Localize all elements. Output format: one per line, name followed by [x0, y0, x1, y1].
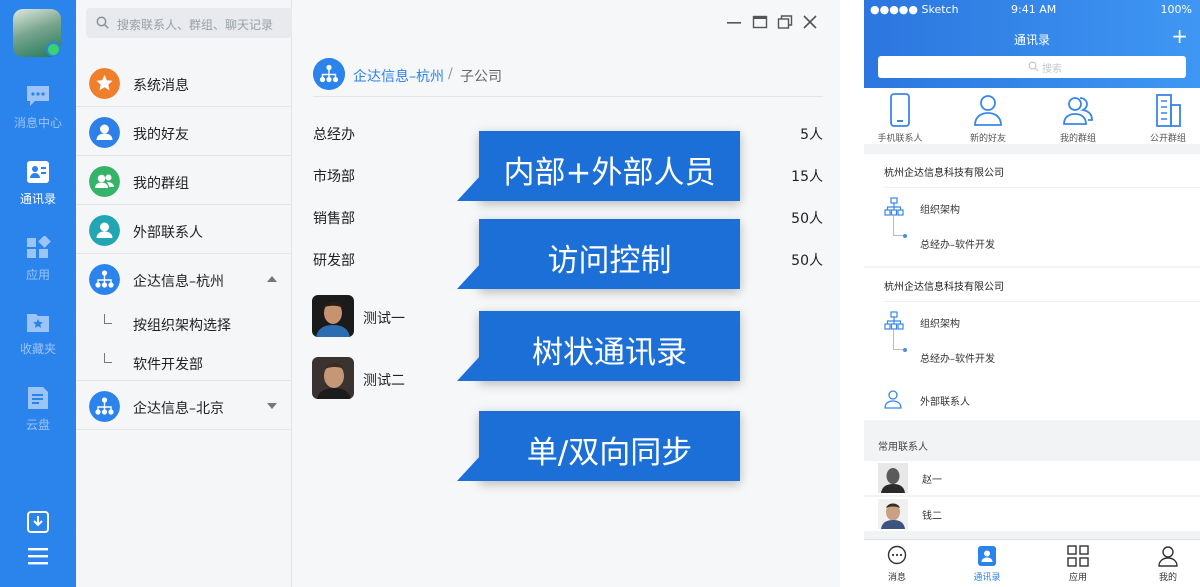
contact-avatar: [878, 463, 908, 493]
search-icon: [96, 16, 109, 29]
cloud-drive-icon: [28, 387, 48, 409]
menu-icon[interactable]: [26, 544, 50, 568]
building-icon: [1156, 94, 1181, 127]
nav-cloud-drive[interactable]: 云盘: [0, 386, 76, 433]
quick-actions: 手机联系人 新的好友 我的群组 公开群组: [864, 88, 1200, 144]
mobile-header: ●●●●● Sketch 9:41 AM 100% 通讯录 + 搜索: [864, 0, 1200, 88]
group-my-friends[interactable]: 我的好友: [76, 108, 291, 156]
mobile-search-input[interactable]: 搜索: [878, 56, 1186, 78]
tab-apps[interactable]: 应用: [1048, 545, 1108, 583]
status-carrier: ●●●●● Sketch: [870, 3, 959, 16]
close-icon[interactable]: [802, 14, 818, 30]
frequent-contacts-header: 常用联系人: [878, 442, 928, 453]
org-icon: [313, 58, 345, 90]
org-structure-link[interactable]: 组织架构: [920, 201, 960, 216]
person-icon: [89, 215, 120, 246]
breadcrumb-current: 子公司: [460, 69, 502, 85]
contacts-icon: [27, 161, 49, 183]
nav-message-center[interactable]: 消息中心: [0, 84, 76, 131]
status-time: 9:41 AM: [1011, 3, 1057, 16]
contact-row[interactable]: 赵一: [864, 461, 1200, 495]
group-icon: [1063, 97, 1093, 125]
favorites-icon: [27, 314, 49, 332]
org-icon: [89, 264, 120, 295]
apps-icon: [27, 236, 51, 258]
person-icon: [974, 95, 1002, 126]
chat-icon: [27, 86, 49, 106]
search-icon: [1028, 61, 1039, 72]
download-icon[interactable]: [26, 510, 50, 534]
tab-messages[interactable]: 消息: [867, 545, 927, 583]
star-icon: [89, 68, 120, 99]
member-avatar: [312, 295, 354, 337]
phone-icon: [890, 93, 910, 127]
main-panel: 企达信息–杭州 / 子公司 总经办 5人 市场部 15人 销售部 50人 研发部…: [292, 0, 840, 587]
group-system-messages[interactable]: 系统消息: [76, 59, 291, 107]
org-structure-link[interactable]: 组织架构: [920, 315, 960, 330]
group-org-hangzhou[interactable]: 企达信息–杭州: [76, 255, 291, 303]
window-icon[interactable]: [752, 14, 768, 30]
dept-link[interactable]: 总经办–软件开发: [920, 350, 995, 365]
group-my-groups[interactable]: 我的群组: [76, 157, 291, 205]
feature-callout: 内部+外部人员: [457, 131, 740, 201]
quick-action-public-groups[interactable]: 公开群组: [1128, 93, 1200, 144]
tab-me[interactable]: 我的: [1138, 545, 1198, 583]
nav-contacts[interactable]: 通讯录: [0, 160, 76, 207]
mobile-mockup: ●●●●● Sketch 9:41 AM 100% 通讯录 + 搜索 手机联系人…: [864, 0, 1200, 587]
group-icon: [89, 166, 120, 197]
contact-list-panel: 搜索联系人、群组、聊天记录 系统消息 我的好友 我的群组 外部联系人 企达信息–…: [76, 0, 292, 587]
group-org-beijing[interactable]: 企达信息–北京: [76, 380, 291, 430]
tree-item-software-dept[interactable]: 软件开发部: [76, 342, 291, 380]
left-nav-rail: 消息中心 通讯录 应用 收藏夹 云盘: [0, 0, 76, 587]
status-battery: 100%: [1160, 3, 1192, 16]
tree-item-org-select[interactable]: 按组织架构选择: [76, 303, 291, 341]
person-icon: [884, 390, 902, 409]
online-status-dot: [46, 42, 61, 57]
person-icon: [1158, 546, 1178, 567]
member-avatar: [312, 357, 354, 399]
group-external-contacts[interactable]: 外部联系人: [76, 206, 291, 254]
quick-action-new-friends[interactable]: 新的好友: [948, 93, 1028, 144]
contact-row[interactable]: 钱二: [864, 497, 1200, 531]
expand-arrow-icon[interactable]: [267, 403, 277, 409]
external-contacts-row[interactable]: 外部联系人: [864, 378, 1200, 420]
nav-apps[interactable]: 应用: [0, 236, 76, 283]
collapse-arrow-icon[interactable]: [267, 276, 277, 282]
tree-branch-icon: [104, 314, 112, 324]
mobile-title: 通讯录: [1013, 33, 1050, 47]
add-icon[interactable]: +: [1171, 24, 1188, 48]
mobile-tab-bar: 消息 通讯录 应用 我的: [864, 539, 1200, 587]
nav-favorites[interactable]: 收藏夹: [0, 310, 76, 357]
person-icon: [89, 117, 120, 148]
minimize-icon[interactable]: [726, 14, 742, 30]
tab-contacts[interactable]: 通讯录: [957, 545, 1017, 583]
feature-callout: 单/双向同步: [457, 411, 740, 481]
org-card: 杭州企达信息科技有限公司 组织架构 总经办–软件开发: [864, 154, 1200, 266]
org-icon: [884, 197, 904, 216]
feature-callout: 树状通讯录: [457, 311, 740, 381]
tree-branch-icon: [104, 353, 112, 363]
quick-action-my-groups[interactable]: 我的群组: [1038, 93, 1118, 144]
feature-callout: 访问控制: [457, 219, 740, 289]
apps-icon: [1067, 545, 1089, 567]
chat-icon: [887, 545, 907, 565]
org-icon: [89, 391, 120, 422]
divider: [313, 96, 823, 97]
breadcrumb-separator: /: [448, 66, 453, 82]
restore-icon[interactable]: [777, 14, 793, 30]
contacts-icon: [978, 546, 996, 566]
quick-action-phone-contacts[interactable]: 手机联系人: [864, 93, 940, 144]
dept-link[interactable]: 总经办–软件开发: [920, 236, 995, 251]
search-input[interactable]: 搜索联系人、群组、聊天记录: [86, 8, 292, 38]
contact-avatar: [878, 499, 908, 529]
org-card: 杭州企达信息科技有限公司 组织架构 总经办–软件开发: [864, 268, 1200, 380]
org-icon: [884, 311, 904, 330]
breadcrumb-org-link[interactable]: 企达信息–杭州: [353, 66, 444, 86]
